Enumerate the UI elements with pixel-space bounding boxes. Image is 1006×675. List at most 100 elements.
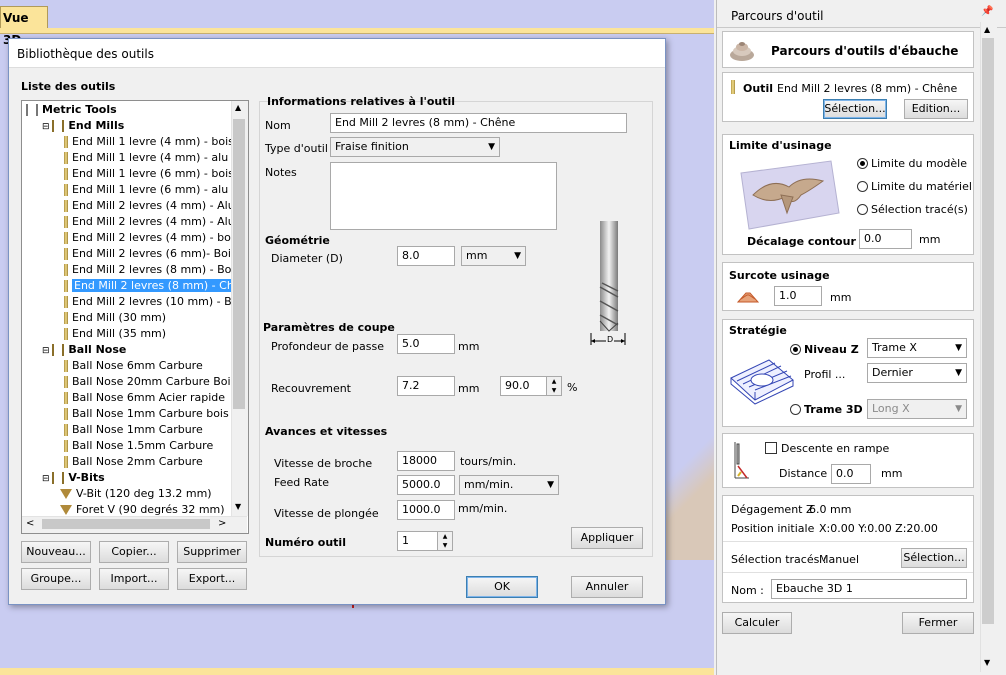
tool-type-value: Fraise finition	[335, 140, 409, 153]
tree-item-label: Ball Nose 6mm Acier rapide	[72, 391, 226, 404]
tree-tool-item[interactable]: V-Bit (120 deg 13.2 mm)	[60, 486, 212, 502]
allowance-input[interactable]: 1.0	[774, 286, 822, 306]
tree-tool-item[interactable]: End Mill 2 levres (8 mm) - Chêne	[60, 278, 248, 294]
tree-group[interactable]: Metric Tools	[26, 102, 117, 118]
pass-depth-input[interactable]: 5.0	[397, 334, 455, 354]
toolpath-name-input[interactable]: Ebauche 3D 1	[771, 579, 967, 599]
stepover-percent-spinner[interactable]: 90.0 ▲ ▼	[500, 376, 562, 396]
scroll-left-icon[interactable]: <	[26, 518, 34, 529]
endmill-icon	[64, 376, 68, 388]
z-level-select[interactable]: Trame X ▼	[867, 338, 967, 358]
spinner-arrows-icon[interactable]: ▲ ▼	[546, 377, 561, 395]
ok-button[interactable]: OK	[466, 576, 538, 598]
tree-expander-icon[interactable]: ⊟	[42, 474, 52, 484]
new-tool-button[interactable]: Nouveau...	[21, 541, 91, 563]
pin-icon[interactable]: 📌	[981, 6, 993, 17]
spindle-speed-unit: tours/min.	[460, 455, 517, 468]
limit-material-radio[interactable]	[857, 181, 868, 192]
raster-3d-select[interactable]: Long X ▼	[867, 399, 967, 419]
tool-type-select[interactable]: Fraise finition ▼	[330, 137, 500, 157]
tree-tool-item[interactable]: Ball Nose 1.5mm Carbure	[60, 438, 213, 454]
tree-tool-item[interactable]: Ball Nose 2mm Carbure	[60, 454, 203, 470]
vectors-select-button[interactable]: Sélection...	[901, 548, 967, 568]
scroll-down-icon[interactable]: ▼	[235, 502, 241, 511]
tree-tool-item[interactable]: Ball Nose 20mm Carbure Bois	[60, 374, 236, 390]
tool-select-button[interactable]: Sélection...	[823, 99, 887, 119]
pass-depth-unit: mm	[458, 340, 480, 353]
tree-tool-item[interactable]: Ball Nose 1mm Carbure bois	[60, 406, 229, 422]
tool-edit-button[interactable]: Edition...	[904, 99, 968, 119]
limit-model-radio[interactable]	[857, 158, 868, 169]
tool-list-header: Liste des outils	[21, 80, 116, 93]
machining-allowance-card: Surcote usinage 1.0 mm	[722, 262, 974, 311]
tree-tool-item[interactable]: End Mill 2 levres (4 mm) - bois	[60, 230, 240, 246]
tree-tool-item[interactable]: End Mill 2 levres (4 mm) - Alu	[60, 214, 235, 230]
scroll-right-icon[interactable]: >	[218, 518, 226, 529]
stepover-input[interactable]: 7.2	[397, 376, 455, 396]
import-button[interactable]: Import...	[99, 568, 169, 590]
group-button[interactable]: Groupe...	[21, 568, 91, 590]
chevron-down-icon: ▼	[514, 251, 521, 261]
spindle-speed-input[interactable]: 18000	[397, 451, 455, 471]
feed-rate-unit-select[interactable]: mm/min. ▼	[459, 475, 559, 495]
boundary-offset-input[interactable]: 0.0	[859, 229, 912, 249]
calculate-button[interactable]: Calculer	[722, 612, 792, 634]
z-level-radio[interactable]	[790, 344, 801, 355]
tree-group[interactable]: ⊟ Ball Nose	[42, 342, 126, 358]
scroll-up-icon[interactable]: ▲	[235, 103, 241, 112]
cancel-button[interactable]: Annuler	[571, 576, 643, 598]
notes-textarea[interactable]	[330, 162, 557, 230]
raster-3d-radio[interactable]	[790, 404, 801, 415]
tree-expander-icon[interactable]: ⊟	[42, 346, 52, 356]
diameter-unit-select[interactable]: mm ▼	[461, 246, 526, 266]
home-position-value: X:0.00 Y:0.00 Z:20.00	[819, 522, 938, 535]
tool-name-input[interactable]: End Mill 2 levres (8 mm) - Chêne	[330, 113, 627, 133]
delete-tool-button[interactable]: Supprimer	[177, 541, 247, 563]
tree-tool-item[interactable]: End Mill (35 mm)	[60, 326, 166, 342]
feed-rate-unit-value: mm/min.	[464, 478, 514, 491]
diameter-input[interactable]: 8.0	[397, 246, 455, 266]
close-button[interactable]: Fermer	[902, 612, 974, 634]
profile-select[interactable]: Dernier ▼	[867, 363, 967, 383]
tree-group[interactable]: ⊟ End Mills	[42, 118, 124, 134]
roughing-toolpath-icon	[729, 37, 755, 63]
tree-group[interactable]: ⊟ V-Bits	[42, 470, 105, 486]
pass-depth-label: Profondeur de passe	[271, 340, 384, 353]
tree-tool-item[interactable]: End Mill 2 levres (4 mm) - Alu	[60, 198, 235, 214]
ramp-checkbox[interactable]	[765, 442, 777, 454]
tree-tool-item[interactable]: End Mill 2 levres (6 mm)- Bois	[60, 246, 237, 262]
tree-vertical-thumb[interactable]	[233, 119, 245, 409]
apply-button[interactable]: Appliquer	[571, 527, 643, 549]
tree-tool-item[interactable]: End Mill 1 levre (4 mm) - alu	[60, 150, 228, 166]
copy-tool-button[interactable]: Copier...	[99, 541, 169, 563]
ramp-distance-input[interactable]: 0.0	[831, 464, 871, 484]
tab-3d-view[interactable]: Vue 3D	[0, 6, 48, 47]
panel-scrollbar-thumb[interactable]	[982, 38, 994, 624]
tree-tool-item[interactable]: End Mill 1 levre (4 mm) - bois	[60, 134, 234, 150]
endmill-icon	[64, 328, 68, 340]
tree-tool-item[interactable]: End Mill 2 levres (10 mm) - Bois	[60, 294, 247, 310]
spinner-arrows-icon[interactable]: ▲ ▼	[437, 532, 452, 550]
scroll-up-icon[interactable]: ▲	[984, 25, 990, 34]
tool-tree[interactable]: Metric Tools ⊟ End Mills End Mill 1 levre …	[21, 100, 249, 534]
limit-vectors-radio[interactable]	[857, 204, 868, 215]
tree-tool-item[interactable]: Ball Nose 1mm Carbure	[60, 422, 203, 438]
tree-tool-item[interactable]: End Mill 2 levres (8 mm) - Bois	[60, 262, 240, 278]
plunge-rate-unit: mm/min.	[458, 502, 508, 515]
plunge-rate-input[interactable]: 1000.0	[397, 500, 455, 520]
tree-item-label: End Mill 2 levres (10 mm) - Bois	[72, 295, 248, 308]
tree-expander-icon[interactable]: ⊟	[42, 122, 52, 132]
feed-rate-input[interactable]: 5000.0	[397, 475, 455, 495]
tree-tool-item[interactable]: End Mill 1 levre (6 mm) - bois	[60, 166, 234, 182]
tool-number-spinner[interactable]: 1 ▲ ▼	[397, 531, 453, 551]
export-button[interactable]: Export...	[177, 568, 247, 590]
tree-tool-item[interactable]: End Mill 1 levre (6 mm) - alu	[60, 182, 228, 198]
tree-item-label: End Mill 2 levres (4 mm) - bois	[72, 231, 240, 244]
tree-tool-item[interactable]: Ball Nose 6mm Carbure	[60, 358, 203, 374]
tree-horizontal-thumb[interactable]	[42, 519, 210, 529]
tree-tool-item[interactable]: Ball Nose 6mm Acier rapide	[60, 390, 225, 406]
tree-item-label: End Mill 2 levres (6 mm)- Bois	[72, 247, 237, 260]
scroll-down-icon[interactable]: ▼	[984, 658, 990, 667]
tree-item-label: End Mill (30 mm)	[72, 311, 167, 324]
tree-tool-item[interactable]: End Mill (30 mm)	[60, 310, 166, 326]
